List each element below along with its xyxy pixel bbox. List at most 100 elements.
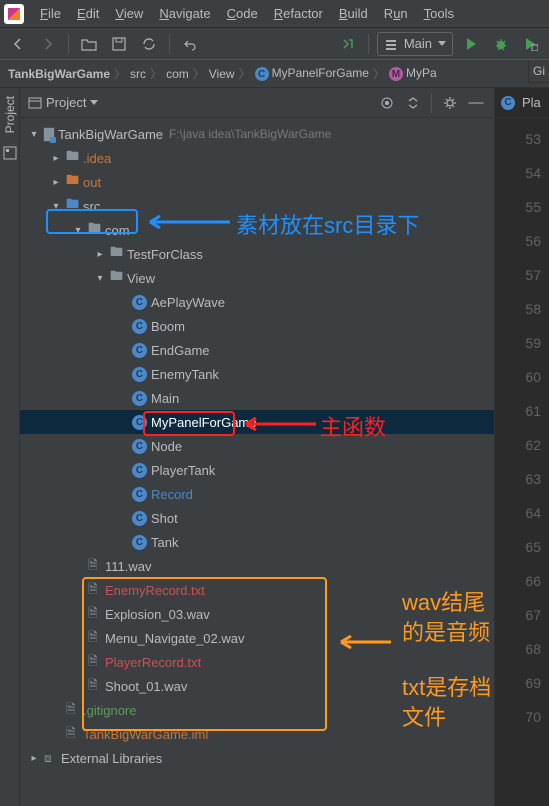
- tree-node[interactable]: ▸CEndGame: [20, 338, 494, 362]
- tree-node[interactable]: ▸🗎PlayerRecord.txt: [20, 650, 494, 674]
- project-view-selector[interactable]: Project: [28, 95, 371, 110]
- tree-node[interactable]: ▸🖿TestForClass: [20, 242, 494, 266]
- tree-node[interactable]: ▾🖿com: [20, 218, 494, 242]
- tree-node[interactable]: ▸🗎.gitignore: [20, 698, 494, 722]
- chevron-down-icon[interactable]: ▾: [28, 129, 40, 140]
- hide-panel-icon[interactable]: —: [466, 93, 486, 113]
- app-logo: [4, 4, 24, 24]
- tree-node[interactable]: ▸🗎Shoot_01.wav: [20, 674, 494, 698]
- debug-button[interactable]: [489, 32, 513, 56]
- menu-refactor[interactable]: Refactor: [266, 2, 331, 25]
- menu-build[interactable]: Build: [331, 2, 376, 25]
- tree-node[interactable]: ▾🖿src: [20, 194, 494, 218]
- module-icon: ▇: [44, 126, 54, 142]
- tree-node[interactable]: ▸CAePlayWave: [20, 290, 494, 314]
- open-file-button[interactable]: [77, 32, 101, 56]
- tree-node-label: TankBigWarGame: [58, 127, 163, 142]
- tree-node-label: Shoot_01.wav: [105, 679, 187, 694]
- breadcrumb-item[interactable]: com: [166, 67, 189, 81]
- undo-button[interactable]: [178, 32, 202, 56]
- menu-file[interactable]: File: [32, 2, 69, 25]
- chevron-right-icon[interactable]: ▸: [50, 177, 62, 188]
- breadcrumb-bar: TankBigWarGame〉src〉com〉View〉CMyPanelForG…: [0, 60, 549, 88]
- breadcrumb-item[interactable]: src: [130, 67, 146, 81]
- tree-node-label: Record: [151, 487, 193, 502]
- editor-tab[interactable]: C Pla: [495, 88, 549, 118]
- tree-node[interactable]: ▸CEnemyTank: [20, 362, 494, 386]
- text-file-icon: 🗎: [88, 652, 101, 673]
- class-icon: C: [132, 343, 147, 358]
- tree-node-label: MyPanelForGame: [151, 415, 256, 430]
- tree-node-label: 111.wav: [105, 559, 152, 574]
- tree-node[interactable]: ▸CRecord: [20, 482, 494, 506]
- project-tree[interactable]: ▾▇TankBigWarGameF:\java idea\TankBigWarG…: [20, 118, 494, 806]
- tree-node-label: View: [127, 271, 155, 286]
- tree-node[interactable]: ▸⧈External Libraries: [20, 746, 494, 770]
- menu-navigate[interactable]: Navigate: [151, 2, 218, 25]
- menu-code[interactable]: Code: [219, 2, 266, 25]
- chevron-right-icon[interactable]: ▸: [50, 153, 62, 164]
- tree-node[interactable]: ▸CBoom: [20, 314, 494, 338]
- breadcrumb-item[interactable]: View: [209, 67, 235, 81]
- gear-icon[interactable]: [440, 93, 460, 113]
- class-icon: C: [132, 463, 147, 478]
- build-button[interactable]: [336, 32, 360, 56]
- menu-edit[interactable]: Edit: [69, 2, 107, 25]
- tree-node-label: Explosion_03.wav: [105, 607, 210, 622]
- chevron-down-icon[interactable]: ▾: [72, 225, 84, 236]
- select-opened-icon[interactable]: [377, 93, 397, 113]
- menu-bar: File Edit View Navigate Code Refactor Bu…: [0, 0, 549, 28]
- tree-node[interactable]: ▸🗎111.wav: [20, 554, 494, 578]
- run-config-selector[interactable]: Main: [377, 32, 453, 56]
- tree-node[interactable]: ▸CMain: [20, 386, 494, 410]
- breadcrumb-item[interactable]: TankBigWarGame: [8, 67, 110, 81]
- library-icon: ⧈: [44, 751, 57, 766]
- git-tool-tab[interactable]: Gi: [528, 60, 549, 83]
- tree-node[interactable]: ▸🗎Explosion_03.wav: [20, 602, 494, 626]
- tree-node-label: Node: [151, 439, 182, 454]
- run-config-name: Main: [404, 36, 432, 51]
- tree-node[interactable]: ▸CShot: [20, 506, 494, 530]
- chevron-right-icon[interactable]: ▸: [28, 753, 40, 764]
- class-icon: C: [132, 367, 147, 382]
- tree-node[interactable]: ▸CNode: [20, 434, 494, 458]
- file-icon: 🗎: [88, 604, 101, 625]
- tree-node-label: Tank: [151, 535, 178, 550]
- menu-run[interactable]: Run: [376, 2, 416, 25]
- structure-icon[interactable]: [2, 145, 18, 161]
- save-button[interactable]: [107, 32, 131, 56]
- class-icon: C: [132, 319, 147, 334]
- project-tool-tab[interactable]: Project: [3, 96, 17, 133]
- tree-node[interactable]: ▸CMyPanelForGame: [20, 410, 494, 434]
- nav-back-button[interactable]: [6, 32, 30, 56]
- menu-tools[interactable]: Tools: [416, 2, 462, 25]
- chevron-down-icon[interactable]: ▾: [50, 201, 62, 212]
- tree-node[interactable]: ▸CTank: [20, 530, 494, 554]
- coverage-button[interactable]: [519, 32, 543, 56]
- sync-button[interactable]: [137, 32, 161, 56]
- tree-node-label: src: [83, 199, 100, 214]
- tree-node[interactable]: ▾▇TankBigWarGameF:\java idea\TankBigWarG…: [20, 122, 494, 146]
- breadcrumb-item[interactable]: CMyPanelForGame: [255, 66, 369, 82]
- chevron-right-icon[interactable]: ▸: [94, 249, 106, 260]
- tree-node-label: TankBigWarGame.iml: [83, 727, 208, 742]
- tree-node-label: EndGame: [151, 343, 210, 358]
- tree-node[interactable]: ▸🖿out: [20, 170, 494, 194]
- tree-node[interactable]: ▸🗎TankBigWarGame.iml: [20, 722, 494, 746]
- tree-node[interactable]: ▸CPlayerTank: [20, 458, 494, 482]
- breadcrumb-item[interactable]: MMyPa: [389, 66, 437, 82]
- line-numbers: 535455565758596061626364656667686970: [495, 118, 549, 806]
- tree-node[interactable]: ▸🖿.idea: [20, 146, 494, 170]
- chevron-down-icon[interactable]: ▾: [94, 273, 106, 284]
- run-button[interactable]: [459, 32, 483, 56]
- tree-node[interactable]: ▸🗎EnemyRecord.txt: [20, 578, 494, 602]
- tree-node[interactable]: ▸🗎Menu_Navigate_02.wav: [20, 626, 494, 650]
- nav-forward-button[interactable]: [36, 32, 60, 56]
- menu-view[interactable]: View: [107, 2, 151, 25]
- expand-all-icon[interactable]: [403, 93, 423, 113]
- folder-icon: 🖿: [88, 219, 101, 241]
- class-icon: C: [501, 96, 515, 110]
- tree-node[interactable]: ▾🖿View: [20, 266, 494, 290]
- tree-node-label: PlayerTank: [151, 463, 215, 478]
- project-panel: Project — ▾▇TankBigWarGameF:\java idea\T…: [20, 88, 494, 806]
